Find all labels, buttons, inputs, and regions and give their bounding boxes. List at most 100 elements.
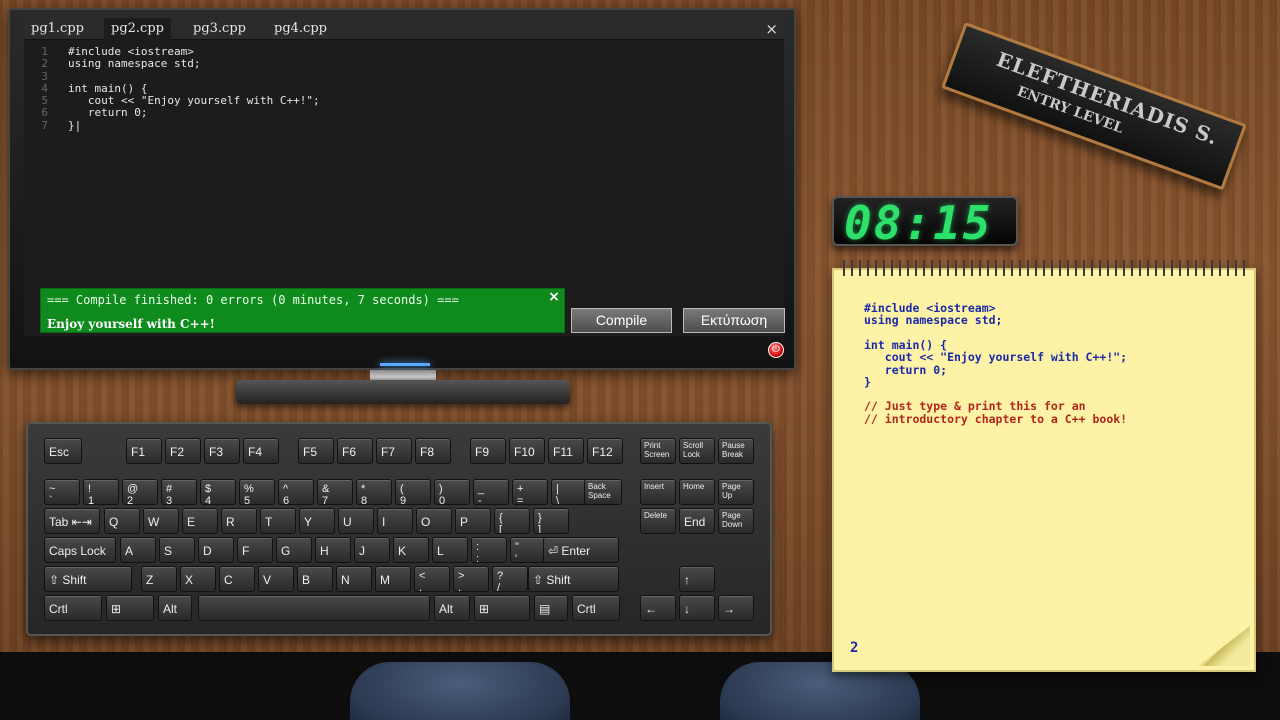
- keyboard-key[interactable]: ! 1: [83, 479, 119, 505]
- keyboard-key[interactable]: Crtl: [44, 595, 102, 621]
- keyboard-key[interactable]: ? /: [492, 566, 528, 592]
- keyboard-key[interactable]: { [: [494, 508, 530, 534]
- keyboard-key[interactable]: E: [182, 508, 218, 534]
- keyboard-key[interactable]: F9: [470, 438, 506, 464]
- keyboard-key[interactable]: ↑: [679, 566, 715, 592]
- keyboard-key[interactable]: A: [120, 537, 156, 563]
- keyboard-key[interactable]: H: [315, 537, 351, 563]
- keyboard-key[interactable]: Page Down: [718, 508, 754, 534]
- keyboard-key[interactable]: } ]: [533, 508, 569, 534]
- keyboard-key[interactable]: V: [258, 566, 294, 592]
- keyboard-key[interactable]: W: [143, 508, 179, 534]
- keyboard-key[interactable]: | \: [551, 479, 587, 505]
- keyboard-key[interactable]: ⊞: [106, 595, 154, 621]
- keyboard-key[interactable]: * 8: [356, 479, 392, 505]
- keyboard-key[interactable]: + =: [512, 479, 548, 505]
- keyboard-key[interactable]: L: [432, 537, 468, 563]
- keyboard-key[interactable]: F4: [243, 438, 279, 464]
- keyboard-key[interactable]: < ,: [414, 566, 450, 592]
- keyboard-key[interactable]: Esc: [44, 438, 82, 464]
- keyboard-key[interactable]: Alt: [158, 595, 192, 621]
- keyboard-key[interactable]: ( 9: [395, 479, 431, 505]
- keyboard-key[interactable]: ⊞: [474, 595, 530, 621]
- keyboard-key[interactable]: U: [338, 508, 374, 534]
- keyboard-key[interactable]: # 3: [161, 479, 197, 505]
- keyboard-key[interactable]: M: [375, 566, 411, 592]
- keyboard-key[interactable]: ⏎ Enter: [543, 537, 619, 563]
- keyboard-key[interactable]: " ': [510, 537, 546, 563]
- tab-pg4[interactable]: pg4.cpp: [267, 18, 334, 40]
- keyboard-key[interactable]: F10: [509, 438, 545, 464]
- keyboard-key[interactable]: F2: [165, 438, 201, 464]
- close-tab-icon[interactable]: ×: [765, 20, 778, 38]
- keyboard-key[interactable]: Page Up: [718, 479, 754, 505]
- keyboard-key[interactable]: F8: [415, 438, 451, 464]
- keyboard-key[interactable]: ~ `: [44, 479, 80, 505]
- keyboard-key[interactable]: ⇧ Shift: [44, 566, 132, 592]
- keyboard-key[interactable]: F1: [126, 438, 162, 464]
- keyboard-key[interactable]: [198, 595, 430, 621]
- keyboard-key[interactable]: →: [718, 595, 754, 621]
- code-editor[interactable]: 1 #include <iostream> 2 using namespace std…: [24, 45, 784, 132]
- keyboard-key[interactable]: F: [237, 537, 273, 563]
- keyboard-key[interactable]: P: [455, 508, 491, 534]
- keyboard-key[interactable]: Print Screen: [640, 438, 676, 464]
- keyboard-key[interactable]: ▤: [534, 595, 568, 621]
- tab-pg1[interactable]: pg1.cpp: [24, 18, 91, 40]
- tab-pg2[interactable]: pg2.cpp: [104, 18, 171, 40]
- keyboard-key[interactable]: R: [221, 508, 257, 534]
- keyboard-key[interactable]: C: [219, 566, 255, 592]
- keyboard-key[interactable]: Crtl: [572, 595, 620, 621]
- keyboard-key[interactable]: End: [679, 508, 715, 534]
- keyboard-key[interactable]: T: [260, 508, 296, 534]
- keyboard-key[interactable]: _ -: [473, 479, 509, 505]
- keyboard-key[interactable]: F5: [298, 438, 334, 464]
- keyboard-key[interactable]: K: [393, 537, 429, 563]
- keyboard-key[interactable]: @ 2: [122, 479, 158, 505]
- keyboard-key[interactable]: F12: [587, 438, 623, 464]
- keyboard-key[interactable]: Pause Break: [718, 438, 754, 464]
- keyboard-key[interactable]: D: [198, 537, 234, 563]
- keyboard-key[interactable]: Alt: [434, 595, 470, 621]
- keyboard-key[interactable]: O: [416, 508, 452, 534]
- keyboard-key[interactable]: X: [180, 566, 216, 592]
- keyboard-key[interactable]: ←: [640, 595, 676, 621]
- keyboard-key[interactable]: Scroll Lock: [679, 438, 715, 464]
- keyboard-key[interactable]: % 5: [239, 479, 275, 505]
- keyboard-key[interactable]: J: [354, 537, 390, 563]
- keyboard-key[interactable]: ) 0: [434, 479, 470, 505]
- keyboard-key[interactable]: Tab ⇤⇥: [44, 508, 100, 534]
- keyboard-key[interactable]: ↓: [679, 595, 715, 621]
- compile-button[interactable]: Compile: [571, 308, 672, 333]
- keyboard-key[interactable]: S: [159, 537, 195, 563]
- keyboard-key[interactable]: F7: [376, 438, 412, 464]
- close-message-icon[interactable]: ×: [546, 289, 562, 305]
- keyboard-key[interactable]: I: [377, 508, 413, 534]
- keyboard-key[interactable]: B: [297, 566, 333, 592]
- keyboard-key[interactable]: > .: [453, 566, 489, 592]
- keyboard-key[interactable]: Home: [679, 479, 715, 505]
- keyboard-key[interactable]: F11: [548, 438, 584, 464]
- keyboard-key[interactable]: Delete: [640, 508, 676, 534]
- keyboard-key[interactable]: Caps Lock: [44, 537, 116, 563]
- page-turn-corner[interactable]: [1198, 626, 1250, 666]
- keyboard-key[interactable]: N: [336, 566, 372, 592]
- keyboard-key[interactable]: & 7: [317, 479, 353, 505]
- keyboard-key[interactable]: F3: [204, 438, 240, 464]
- keyboard-key[interactable]: Y: [299, 508, 335, 534]
- page-number: 2: [850, 640, 859, 656]
- keyboard-key[interactable]: Back Space: [584, 479, 622, 505]
- tab-pg3[interactable]: pg3.cpp: [186, 18, 253, 40]
- notepad-line: // Just type & print this for an: [864, 399, 1086, 414]
- print-button[interactable]: Εκτύπωση: [683, 308, 785, 333]
- keyboard-key[interactable]: Q: [104, 508, 140, 534]
- keyboard-key[interactable]: Z: [141, 566, 177, 592]
- keyboard-key[interactable]: ⇧ Shift: [528, 566, 619, 592]
- keyboard-key[interactable]: $ 4: [200, 479, 236, 505]
- keyboard-key[interactable]: G: [276, 537, 312, 563]
- keyboard-key[interactable]: F6: [337, 438, 373, 464]
- keyboard-key[interactable]: ^ 6: [278, 479, 314, 505]
- keyboard-key[interactable]: : ;: [471, 537, 507, 563]
- keyboard-key[interactable]: Insert: [640, 479, 676, 505]
- power-icon[interactable]: ⏻: [768, 342, 784, 358]
